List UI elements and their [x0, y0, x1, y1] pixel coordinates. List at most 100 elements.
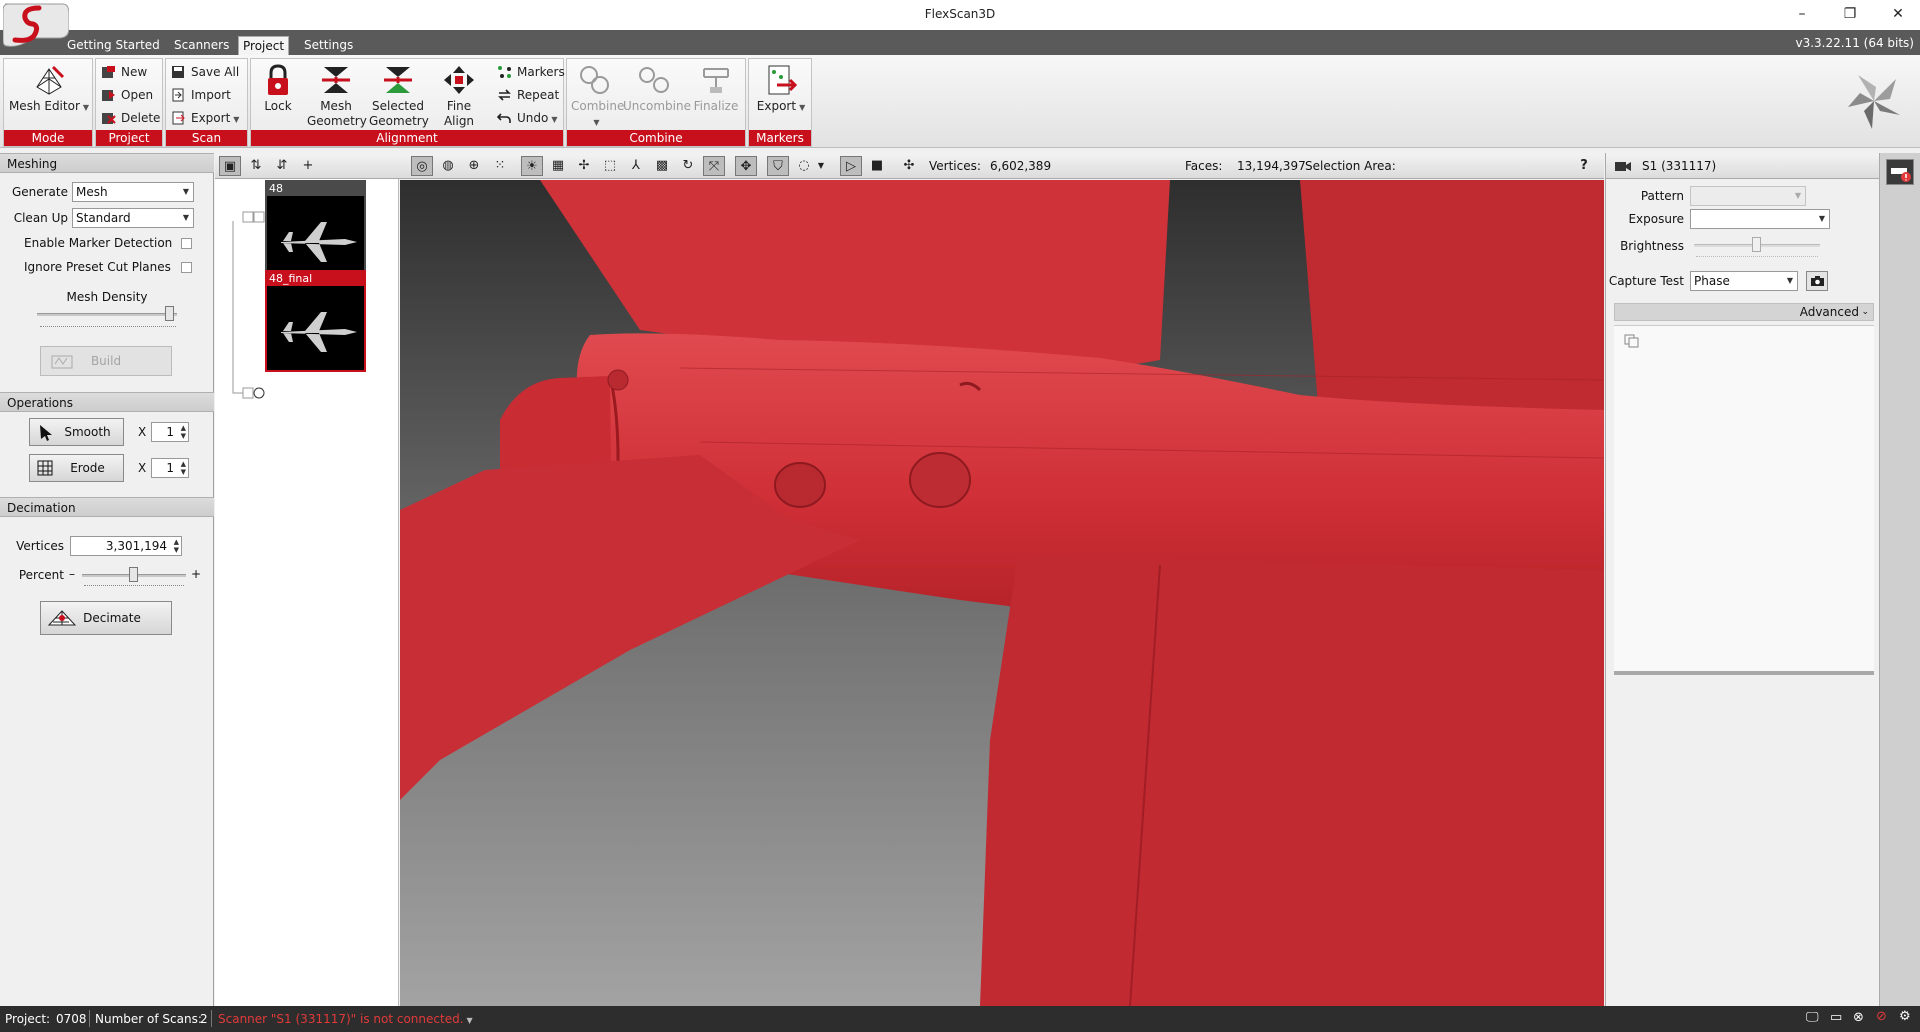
- add-scan-icon[interactable]: +: [297, 156, 319, 176]
- mesh-density-ticks: [40, 326, 176, 330]
- select-circle-icon[interactable]: ◌: [793, 156, 815, 176]
- help-button[interactable]: ?: [1573, 156, 1595, 176]
- fine-align-button[interactable]: Fine Align: [431, 63, 487, 129]
- move-icon[interactable]: ✣: [898, 156, 920, 176]
- build-button[interactable]: Build: [40, 346, 172, 376]
- combine-button[interactable]: Combine ▼: [571, 63, 624, 130]
- mesh-density-thumb[interactable]: [165, 306, 174, 321]
- markers-export-icon: [768, 65, 798, 95]
- maximize-button[interactable]: ❐: [1828, 0, 1872, 30]
- stop-icon[interactable]: ■: [866, 156, 888, 176]
- open-button[interactable]: Open: [99, 85, 153, 105]
- smooth-button[interactable]: Smooth: [29, 418, 124, 446]
- app-logo-icon[interactable]: [3, 2, 69, 48]
- selected-geometry-button[interactable]: Selected Geometry: [369, 63, 429, 129]
- 3d-viewport[interactable]: [400, 180, 1604, 1006]
- mesh-editor-icon: [36, 65, 65, 95]
- markers-view-icon[interactable]: ✢: [573, 156, 595, 176]
- network-icon[interactable]: ⊗: [1853, 1010, 1864, 1025]
- tab-settings[interactable]: Settings: [300, 36, 357, 55]
- save-all-button[interactable]: Save All: [169, 62, 239, 82]
- mesh-geometry-button[interactable]: Mesh Geometry: [307, 63, 367, 129]
- erode-iterations-spinner[interactable]: 1 ▲ ▼: [151, 458, 189, 478]
- copy-icon[interactable]: [1624, 334, 1640, 348]
- ignore-preset-cut-planes-checkbox[interactable]: [181, 262, 192, 273]
- close-button[interactable]: ✕: [1876, 0, 1920, 30]
- export-scan-button[interactable]: Export ▼: [169, 108, 239, 128]
- select-rectangle-icon[interactable]: ✥: [735, 156, 757, 176]
- new-button[interactable]: New: [99, 62, 147, 82]
- generate-select[interactable]: Mesh ▼: [72, 182, 194, 202]
- tab-scanners[interactable]: Scanners: [170, 36, 233, 55]
- texture-view-icon[interactable]: ◍: [437, 156, 459, 176]
- brightness-slider-thumb[interactable]: [1752, 237, 1761, 252]
- exposure-select[interactable]: ▼: [1690, 209, 1830, 229]
- capture-test-button[interactable]: [1806, 271, 1828, 291]
- new-label: New: [121, 65, 148, 79]
- brightness-label: Brightness: [1620, 239, 1684, 253]
- monitor-icon[interactable]: 🖵: [1806, 1010, 1819, 1025]
- scanner-status-message[interactable]: Scanner "S1 (331117)" is not connected. ▼: [218, 1012, 473, 1026]
- play-icon[interactable]: ▷: [840, 156, 862, 176]
- scanner-dock-button[interactable]: [1886, 159, 1914, 185]
- capture-test-select[interactable]: Phase ▼: [1690, 271, 1798, 291]
- thumbnail-view-icon[interactable]: ▣: [219, 156, 241, 176]
- mode-group-label: Mode: [4, 130, 92, 146]
- decimation-vertices-spinner[interactable]: 3,301,194 ▲ ▼: [70, 536, 182, 556]
- tab-getting-started[interactable]: Getting Started: [63, 36, 164, 55]
- uncombine-button[interactable]: Uncombine: [623, 63, 691, 114]
- percent-increase-icon[interactable]: +: [191, 567, 201, 581]
- spinner-arrows-icon[interactable]: ▲ ▼: [174, 538, 179, 554]
- pattern-select[interactable]: ▼: [1690, 186, 1806, 206]
- enable-marker-detection-checkbox[interactable]: [181, 238, 192, 249]
- markers-export-button[interactable]: Export ▼: [753, 63, 809, 115]
- error-icon[interactable]: ⊘: [1876, 1009, 1887, 1024]
- fit-view-icon[interactable]: ⤧: [703, 156, 725, 176]
- light-bulb-icon[interactable]: ☀: [521, 156, 543, 176]
- bounding-box-icon[interactable]: ⬚: [599, 156, 621, 176]
- repeat-button[interactable]: Repeat: [495, 85, 559, 105]
- import-button[interactable]: Import: [169, 85, 231, 105]
- spinner-arrows-icon[interactable]: ▲ ▼: [181, 460, 186, 476]
- spinner-arrows-icon[interactable]: ▲ ▼: [181, 424, 186, 440]
- settings-gear-icon[interactable]: ⚙: [1899, 1009, 1911, 1024]
- mesh-shading-icon[interactable]: ◎: [411, 156, 433, 176]
- percent-decrease-icon[interactable]: –: [69, 567, 75, 581]
- scan-item-selected[interactable]: 48_final: [265, 270, 366, 372]
- rotate-view-icon[interactable]: ↻: [677, 156, 699, 176]
- erode-button[interactable]: Erode: [29, 454, 124, 482]
- camera-icon: [1811, 276, 1824, 286]
- advanced-expander[interactable]: Advanced ⌄: [1614, 303, 1874, 321]
- delete-button[interactable]: Delete: [99, 108, 160, 128]
- video-camera-icon: [1615, 162, 1631, 171]
- cleanup-value: Standard: [76, 211, 131, 225]
- percent-slider-thumb[interactable]: [129, 567, 138, 582]
- mesh-density-slider[interactable]: [37, 313, 177, 316]
- smooth-iterations-spinner[interactable]: 1 ▲ ▼: [151, 422, 189, 442]
- faces-count-value: 13,194,397: [1237, 159, 1306, 173]
- lock-button[interactable]: Lock: [257, 63, 299, 114]
- status-divider: [89, 1010, 90, 1027]
- axes-icon[interactable]: ⅄: [625, 156, 647, 176]
- scan-item[interactable]: 48: [265, 180, 366, 282]
- markers-align-button[interactable]: Markers: [495, 62, 565, 82]
- mesh-editor-button[interactable]: Mesh Editor ▼: [8, 63, 90, 115]
- tab-project[interactable]: Project: [238, 36, 290, 55]
- minimize-button[interactable]: –: [1780, 0, 1824, 30]
- console-icon[interactable]: ▭: [1830, 1010, 1842, 1025]
- sort-descending-icon[interactable]: ⇵: [271, 156, 293, 176]
- save-all-label: Save All: [191, 65, 240, 79]
- color-grid-icon[interactable]: ▦: [547, 156, 569, 176]
- checker-icon[interactable]: ▩: [651, 156, 673, 176]
- ribbon-group-alignment: Lock Mesh Geometry Selected Geometry Fine …: [250, 58, 565, 147]
- select-options-dropdown-icon[interactable]: ▼: [815, 156, 827, 176]
- cleanup-select[interactable]: Standard ▼: [72, 208, 194, 228]
- undo-button[interactable]: Undo ▼: [495, 108, 558, 128]
- decimate-button[interactable]: Decimate: [40, 601, 172, 635]
- wireframe-icon[interactable]: ⊕: [463, 156, 485, 176]
- point-cloud-icon[interactable]: ⁙: [489, 156, 511, 176]
- sort-ascending-icon[interactable]: ⇅: [245, 156, 267, 176]
- combine-label: Combine: [571, 99, 625, 113]
- finalize-button[interactable]: Finalize: [691, 63, 741, 114]
- select-lasso-icon[interactable]: ⛉: [767, 156, 789, 176]
